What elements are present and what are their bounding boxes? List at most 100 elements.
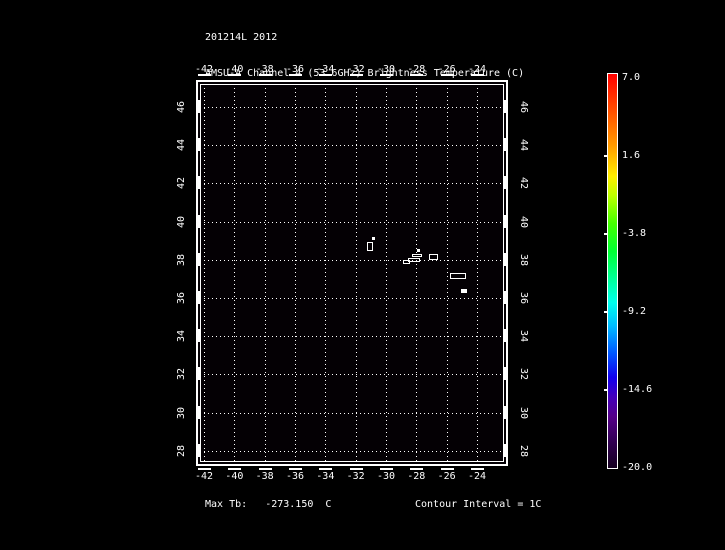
y-axis-tick-label-left: 28 [176,444,187,457]
x-axis-tick-mark-top [470,74,484,76]
x-axis-tick-mark-top [228,74,242,76]
latitude-gridline [204,221,504,223]
longitude-gridline [264,88,266,462]
y-axis-tick-label-left: 40 [176,215,187,228]
x-axis-tick-mark-bottom [288,468,302,470]
y-axis-tick-label-right: 30 [518,406,529,419]
x-axis-tick-mark-top [198,74,211,76]
x-axis-tick-mark-top [258,74,272,76]
colorbar-tick-label: -14.6 [622,384,653,395]
x-axis-tick-label-bottom: -36 [285,471,305,482]
y-axis-tick-label-right: 28 [518,444,529,457]
y-axis-tick-label-left: 34 [176,330,187,343]
latitude-gridline [204,183,504,185]
y-axis-tick-label-right: 34 [518,330,529,343]
latitude-gridline [204,412,504,414]
y-axis-tick-mark-left [198,214,200,228]
colorbar-tick-label: 1.6 [622,150,641,161]
x-axis-tick-mark-bottom [198,468,211,470]
y-axis-tick-mark-right [504,214,506,228]
x-axis-tick-mark-top [288,74,302,76]
latitude-gridline [204,259,504,261]
x-axis-tick-mark-bottom [410,468,424,470]
x-axis-tick-mark-bottom [440,468,454,470]
max-tb-annotation: Max Tb: -273.150 C [205,499,332,510]
colorbar-tick-mark [604,311,607,313]
x-axis-tick-mark-top [440,74,454,76]
y-axis-tick-mark-left [198,252,200,266]
y-axis-tick-label-right: 46 [518,100,529,114]
longitude-gridline [416,88,418,462]
y-axis-tick-label-left: 32 [176,368,187,381]
y-axis-tick-mark-left [198,443,200,457]
latitude-gridline [204,336,504,338]
latitude-gridline [204,145,504,147]
title-date-line: 201214L 2012 [205,32,278,43]
longitude-gridline [385,88,387,462]
longitude-gridline [234,88,236,462]
colorbar-gradient [607,73,618,469]
y-axis-tick-mark-right [504,367,506,381]
y-axis-tick-label-right: 38 [518,253,529,266]
coastline-feature [372,237,375,240]
longitude-gridline [294,88,296,462]
y-axis-tick-mark-right [504,443,506,457]
y-axis-tick-label-right: 32 [518,368,529,381]
colorbar-tick-mark [604,233,607,235]
y-axis-tick-mark-left [198,100,200,113]
y-axis-tick-mark-left [198,138,200,152]
coastline-feature [417,249,420,252]
latitude-gridline [204,374,504,376]
latitude-gridline [204,298,504,299]
map-plot-area [196,80,508,466]
y-axis-tick-mark-left [198,367,200,381]
y-axis-tick-label-left: 46 [176,100,187,114]
coastline-feature [367,242,373,251]
x-axis-tick-label-bottom: -24 [467,471,486,482]
x-axis-tick-label-bottom: -30 [376,471,395,482]
y-axis-tick-label-left: 42 [176,177,187,190]
longitude-gridline [325,88,327,462]
x-axis-tick-mark-top [349,74,363,76]
x-axis-tick-mark-bottom [349,468,363,470]
x-axis-tick-mark-top [410,74,424,76]
x-axis-tick-mark-top [319,74,333,76]
y-axis-tick-mark-left [198,291,200,304]
x-axis-tick-mark-bottom [470,468,484,470]
x-axis-tick-label-bottom: -42 [194,471,214,482]
x-axis-tick-label-bottom: -38 [255,471,274,482]
y-axis-tick-mark-right [504,405,506,419]
y-axis-tick-mark-left [198,176,200,190]
y-axis-tick-mark-left [198,405,200,419]
coastline-feature [408,258,420,262]
y-axis-tick-label-right: 44 [518,139,529,152]
y-axis-tick-label-left: 36 [176,291,187,305]
x-axis-tick-mark-bottom [228,468,242,470]
x-axis-tick-mark-top [379,74,393,76]
y-axis-tick-label-left: 44 [176,139,187,152]
longitude-gridline [446,88,448,462]
colorbar-tick-label: 7.0 [622,72,641,83]
y-axis-tick-mark-right [504,100,506,113]
latitude-gridline [204,450,504,452]
colorbar-tick-mark [604,155,607,157]
x-axis-tick-mark-bottom [319,468,333,470]
colorbar-tick-label: -20.0 [622,462,653,473]
y-axis-tick-mark-right [504,291,506,304]
coastline-feature [429,254,438,260]
y-axis-tick-label-right: 36 [518,291,529,305]
y-axis-tick-mark-left [198,329,200,343]
x-axis-tick-mark-bottom [379,468,393,470]
x-axis-tick-label-bottom: -26 [437,471,456,482]
x-axis-tick-label-bottom: -32 [346,471,365,482]
y-axis-tick-mark-right [504,252,506,266]
y-axis-tick-label-right: 42 [518,177,529,190]
colorbar-tick-label: -3.8 [622,228,647,239]
latitude-gridline [204,107,504,108]
longitude-gridline [204,88,205,462]
x-axis-tick-label-bottom: -40 [225,471,244,482]
contour-interval-annotation: Contour Interval = 1C [415,499,542,510]
colorbar-tick-mark [604,389,607,391]
coastline-feature [461,289,467,293]
y-axis-tick-mark-right [504,138,506,152]
